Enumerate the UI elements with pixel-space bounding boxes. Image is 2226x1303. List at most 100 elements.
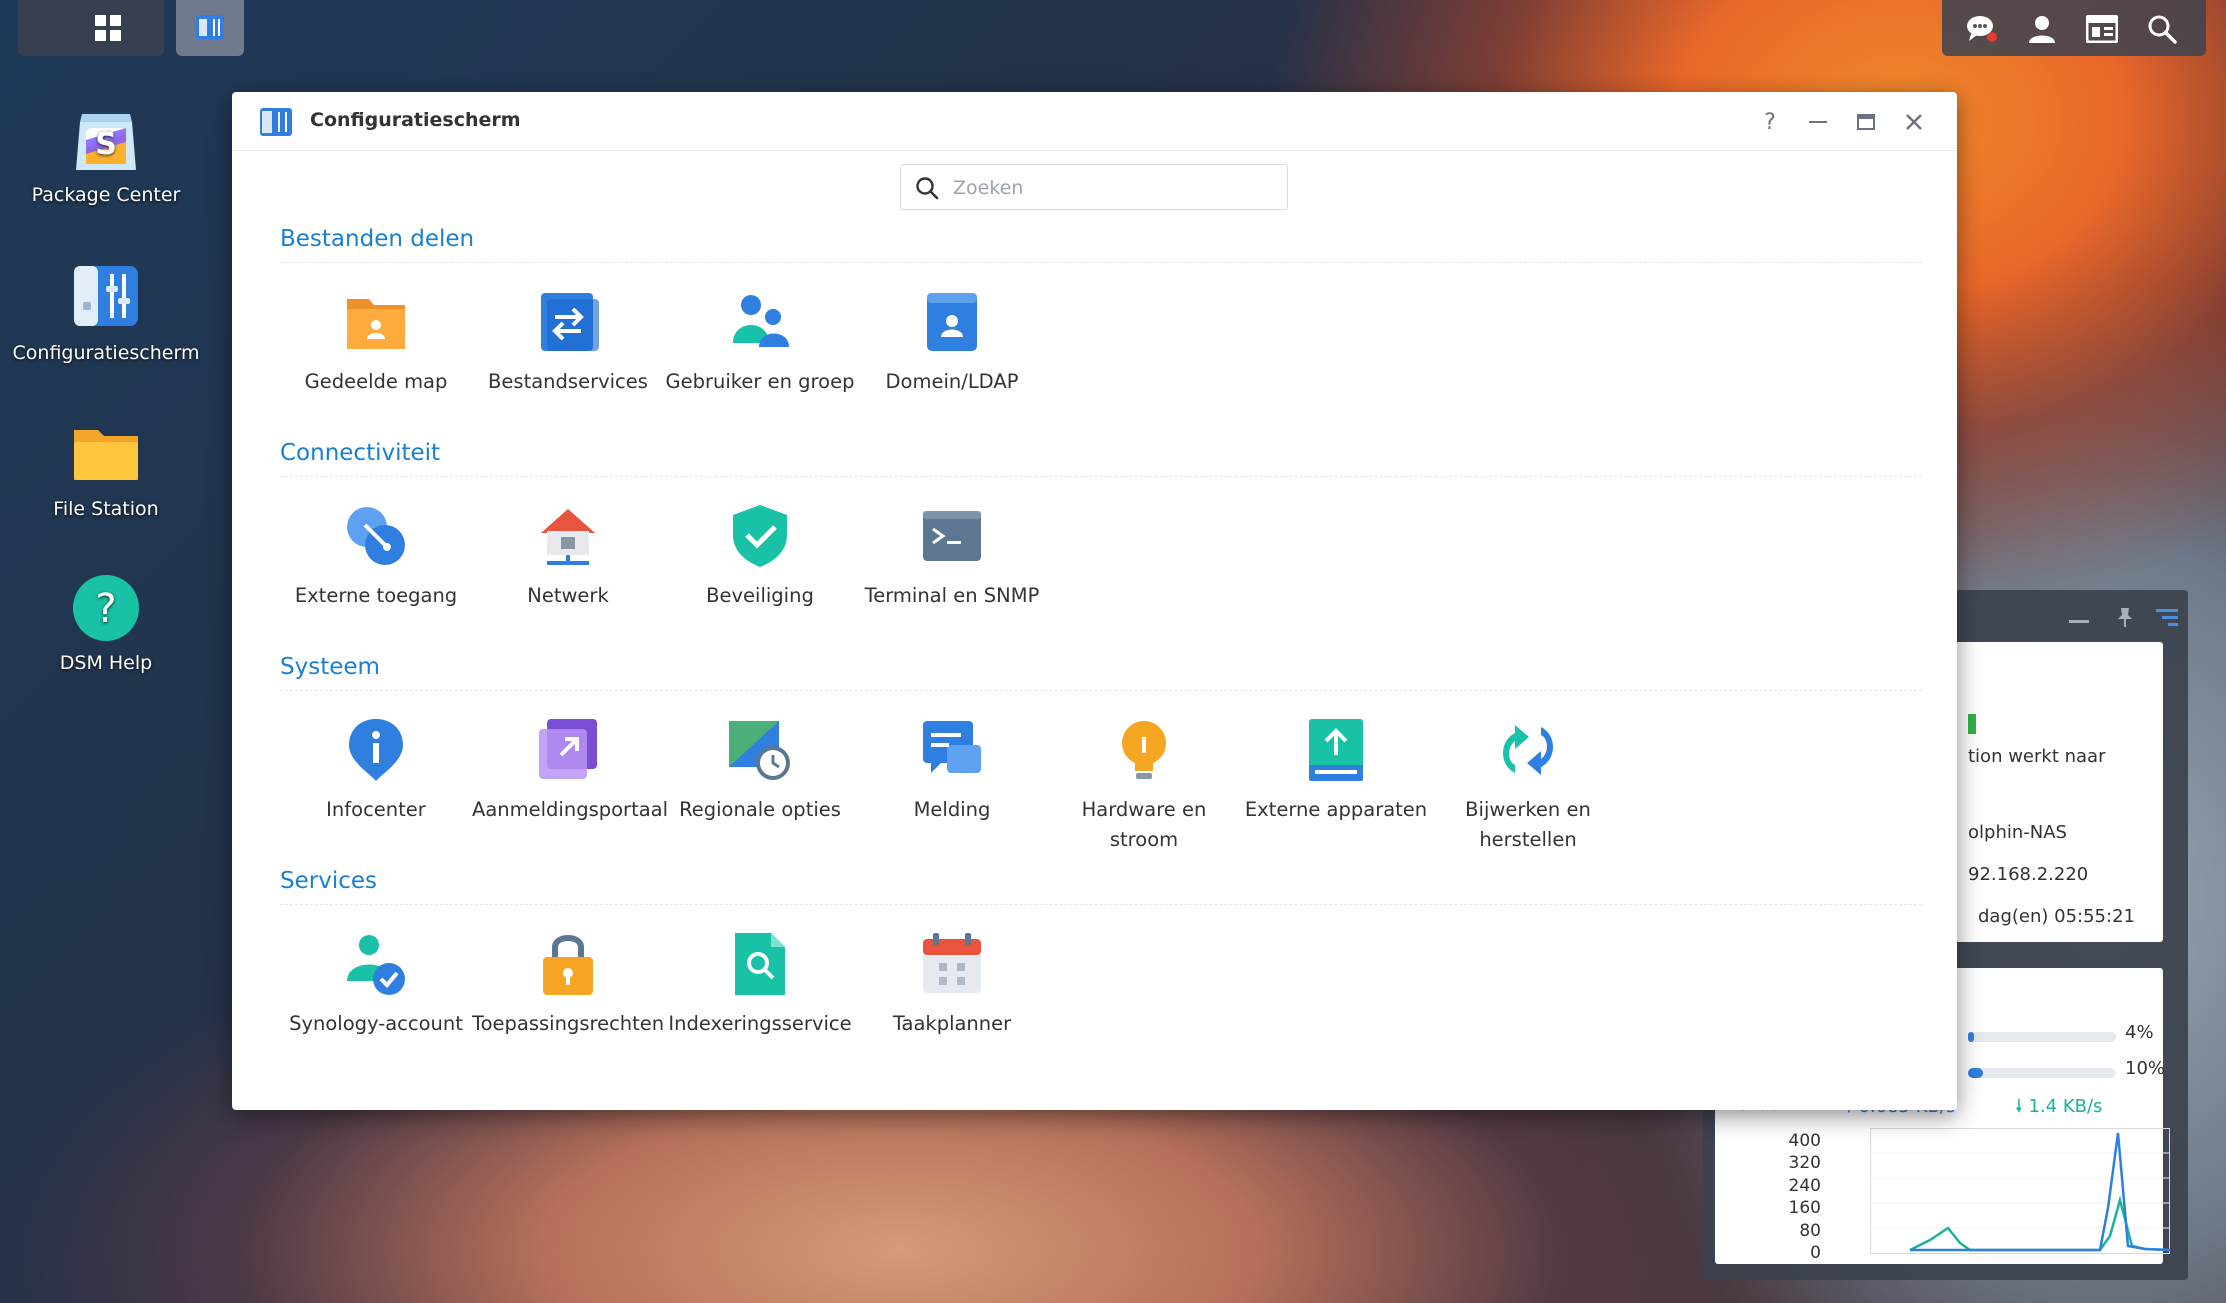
help-icon[interactable]: ?	[1754, 106, 1786, 138]
item-notification[interactable]: Melding	[856, 715, 1048, 825]
shield-icon	[725, 501, 795, 571]
package-center-icon: S	[70, 104, 142, 176]
item-label: Gedeelde map	[304, 370, 448, 393]
network-icon	[533, 501, 603, 571]
terminal-icon	[917, 501, 987, 571]
item-label: Aanmeldingsportaal	[472, 798, 669, 821]
ram-bar	[1968, 1068, 2116, 1078]
item-label: Synology-account	[289, 1012, 463, 1035]
user-icon[interactable]	[2024, 12, 2060, 46]
download-value: 1.4 KB/s	[2028, 1096, 2103, 1117]
info-icon	[341, 715, 411, 785]
item-task-scheduler[interactable]: Taakplanner	[856, 929, 1048, 1039]
download-rate: 🠗 1.4 KB/s	[2015, 1094, 2102, 1124]
control-panel-icon	[193, 10, 227, 44]
widget-settings-icon[interactable]	[2155, 604, 2179, 630]
taskbar-main-menu-area	[18, 0, 164, 56]
help-icon: ?	[70, 572, 142, 644]
item-label: Beveiliging	[706, 584, 814, 607]
item-login-portal[interactable]: Aanmeldingsportaal	[472, 715, 668, 825]
item-external-devices[interactable]: Externe apparaten	[1240, 715, 1432, 825]
desktop-icon-dsm-help[interactable]: ? DSM Help	[11, 572, 201, 677]
search-icon[interactable]	[2144, 12, 2180, 46]
ram-percentage: 10%	[2125, 1058, 2166, 1079]
search-box[interactable]	[900, 164, 1288, 210]
widgets-icon[interactable]	[2084, 12, 2120, 46]
ip-address: 92.168.2.220	[1968, 864, 2089, 885]
desktop-icon-label: Package Center	[31, 184, 181, 206]
login-portal-icon	[533, 715, 603, 785]
item-hardware-power[interactable]: Hardware en stroom	[1048, 715, 1240, 855]
y-tick: 240	[1788, 1175, 1821, 1196]
item-update-restore[interactable]: Bijwerken en herstellen	[1432, 715, 1624, 855]
lightbulb-icon	[1109, 715, 1179, 785]
item-application-privileges[interactable]: Toepassingsrechten	[472, 929, 664, 1039]
external-device-icon	[1301, 715, 1371, 785]
section-title: Services	[280, 868, 377, 894]
status-indicator	[1968, 714, 1976, 734]
item-label: Bijwerken en herstellen	[1465, 798, 1591, 851]
system-status-text: tion werkt naar	[1968, 746, 2106, 767]
uptime: dag(en) 05:55:21	[1978, 906, 2135, 927]
item-label: Indexeringsservice	[668, 1012, 852, 1035]
indexing-icon	[725, 929, 795, 999]
section-title: Bestanden delen	[280, 226, 475, 252]
notification-icon	[917, 715, 987, 785]
section-system: Systeem Infocenter Aanmeldingsportaal Re…	[280, 650, 1922, 861]
item-network[interactable]: Netwerk	[472, 501, 664, 611]
download-series	[1909, 1195, 2170, 1252]
svg-text:S: S	[95, 127, 117, 162]
chat-notification-icon[interactable]	[1964, 12, 2000, 46]
search-input[interactable]	[951, 173, 1275, 203]
desktop-icon-configuratiescherm[interactable]: Configuratiescherm	[11, 262, 201, 367]
item-indexing-service[interactable]: Indexeringsservice	[664, 929, 856, 1039]
desktop-icon-file-station[interactable]: File Station	[11, 418, 201, 523]
control-panel-icon	[260, 108, 292, 136]
item-synology-account[interactable]: Synology-account	[280, 929, 472, 1039]
minimize-icon[interactable]	[2067, 612, 2091, 632]
item-label: Externe apparaten	[1244, 798, 1428, 821]
item-security[interactable]: Beveiliging	[664, 501, 856, 611]
item-label: Bestandservices	[488, 370, 648, 393]
item-label: Melding	[913, 798, 991, 821]
taskbar-control-panel-button[interactable]	[176, 0, 244, 56]
item-user-group[interactable]: Gebruiker en groep	[664, 287, 856, 397]
item-label: Toepassingsrechten	[472, 1012, 665, 1035]
item-file-services[interactable]: Bestandservices	[472, 287, 664, 397]
desktop-icon-package-center[interactable]: S Package Center	[11, 104, 201, 209]
server-name: olphin-NAS	[1968, 822, 2067, 843]
item-regional-options[interactable]: Regionale opties	[664, 715, 856, 825]
item-domain-ldap[interactable]: Domein/LDAP	[856, 287, 1048, 397]
y-tick: 160	[1788, 1198, 1821, 1219]
item-shared-folder[interactable]: Gedeelde map	[280, 287, 472, 397]
cpu-bar	[1968, 1032, 2116, 1042]
y-tick: 400	[1788, 1131, 1821, 1151]
control-panel-window: Configuratiescherm ? Bestanden delen Ged…	[232, 92, 1957, 1110]
taskbar-tray	[1942, 0, 2206, 56]
regional-options-icon	[725, 715, 795, 785]
network-chart	[1870, 1128, 2170, 1254]
pin-icon[interactable]	[2113, 604, 2137, 630]
user-group-icon	[725, 287, 795, 357]
y-tick: 0	[1810, 1243, 1821, 1264]
item-label: Gebruiker en groep	[665, 370, 855, 393]
minimize-icon[interactable]	[1802, 106, 1834, 138]
maximize-icon[interactable]	[1850, 106, 1882, 138]
close-icon[interactable]	[1898, 106, 1930, 138]
external-access-icon	[341, 501, 411, 571]
shared-folder-icon	[341, 287, 411, 357]
item-terminal-snmp[interactable]: Terminal en SNMP	[856, 501, 1048, 611]
section-title: Systeem	[280, 654, 380, 680]
grid-icon[interactable]	[90, 10, 126, 46]
control-panel-icon	[70, 262, 142, 334]
window-title-bar[interactable]: Configuratiescherm ?	[232, 92, 1957, 151]
item-info-center[interactable]: Infocenter	[280, 715, 472, 825]
item-external-access[interactable]: Externe toegang	[280, 501, 472, 611]
cpu-percentage: 4%	[2125, 1022, 2154, 1043]
download-arrow-icon: 🠗	[2015, 1096, 2023, 1117]
folder-icon	[70, 418, 142, 490]
item-label: Terminal en SNMP	[864, 584, 1040, 607]
section-connectivity: Connectiviteit Externe toegang Netwerk B…	[280, 436, 1922, 647]
desktop-icon-label: Configuratiescherm	[12, 342, 200, 364]
y-tick: 320	[1788, 1153, 1821, 1174]
